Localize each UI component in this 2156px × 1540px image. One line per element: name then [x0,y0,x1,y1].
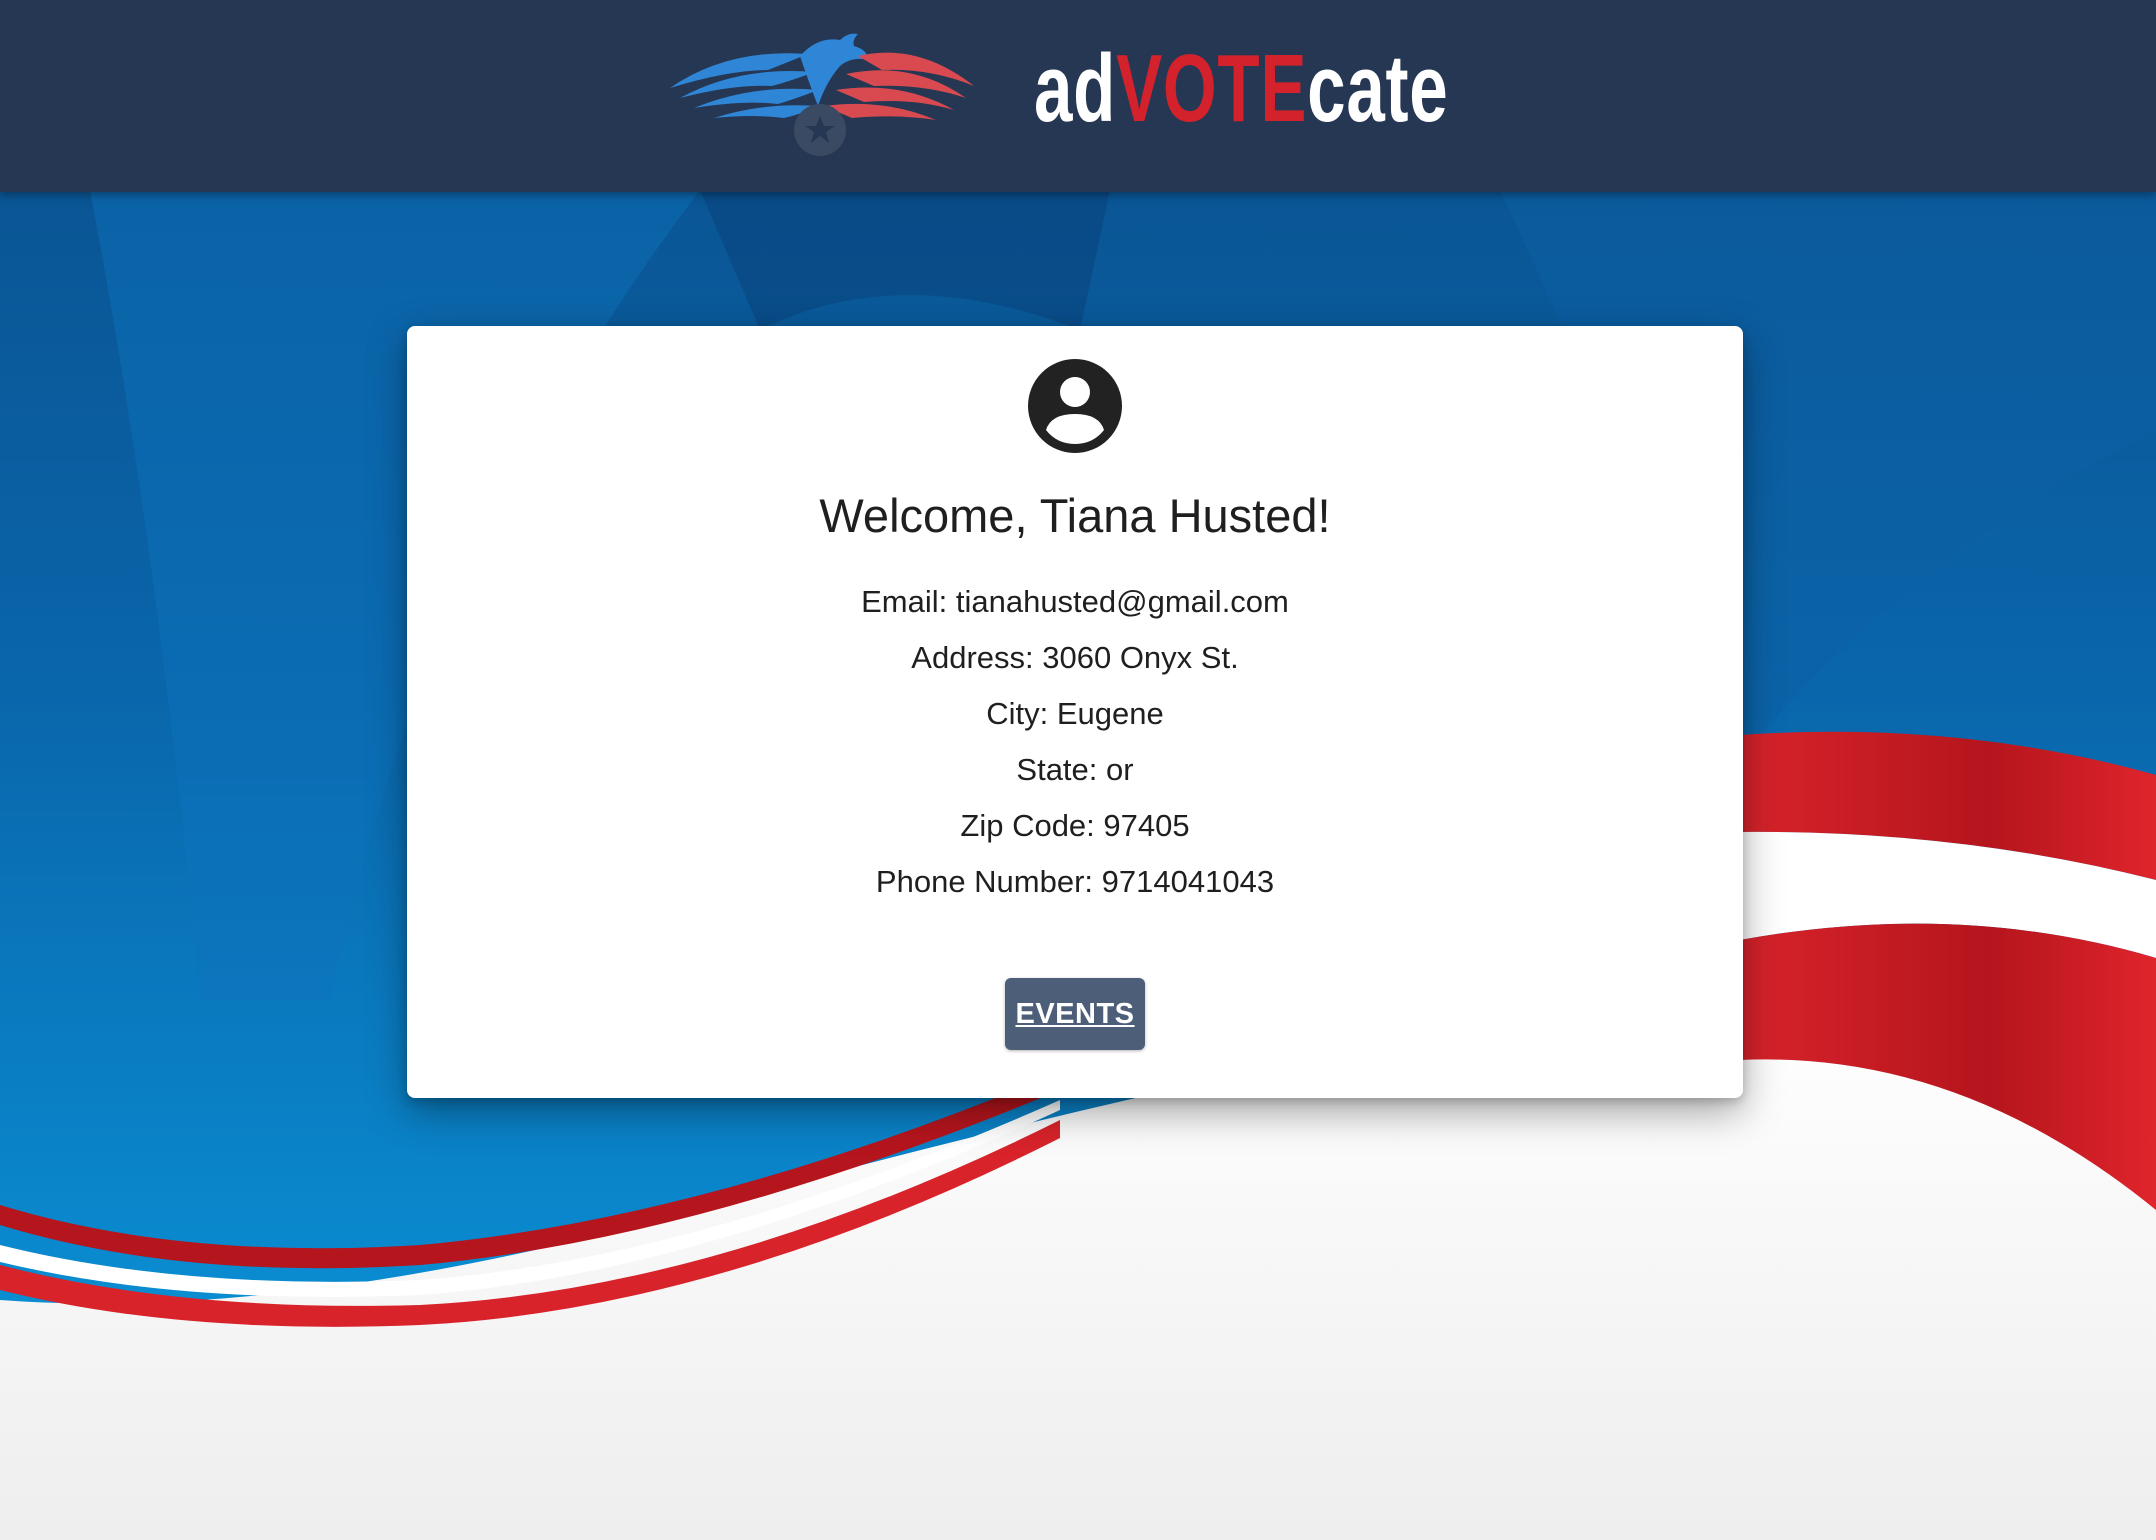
profile-page: adVOTEcate Welcome, Tiana Husted! Email:… [0,0,2156,1540]
eagle-star-logo-icon[interactable] [668,26,976,156]
brand-prefix: ad [1034,35,1117,142]
city-detail: City: Eugene [986,696,1164,731]
profile-card: Welcome, Tiana Husted! Email: tianahuste… [407,326,1743,1098]
brand-wordmark[interactable]: adVOTEcate [1034,34,1448,144]
state-detail: State: or [1016,752,1134,787]
profile-details: Email: tianahusted@gmail.com Address: 30… [407,574,1743,910]
account-circle-icon [1028,359,1122,453]
brand-highlight: VOTE [1116,35,1308,142]
site-header: adVOTEcate [0,0,2156,192]
zip-code-detail: Zip Code: 97405 [960,808,1190,843]
address-detail: Address: 3060 Onyx St. [911,640,1239,675]
phone-number-detail: Phone Number: 9714041043 [875,864,1275,899]
email-detail: Email: tianahusted@gmail.com [861,584,1289,619]
brand-suffix: cate [1307,35,1449,142]
welcome-heading: Welcome, Tiana Husted! [819,489,1331,542]
events-button[interactable]: EVENTS [1005,978,1145,1050]
